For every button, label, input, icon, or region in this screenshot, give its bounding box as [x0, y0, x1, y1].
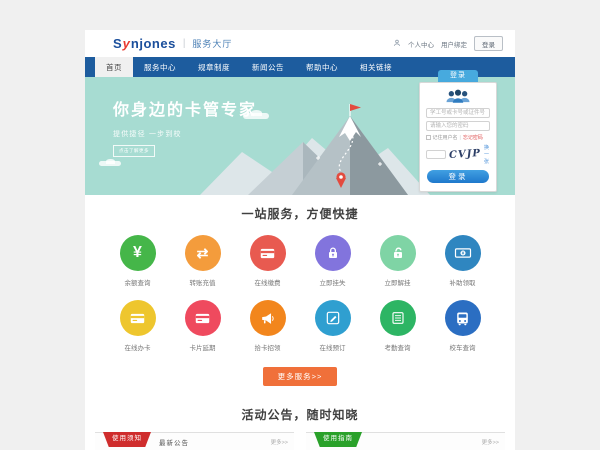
bank-card-icon[interactable]	[185, 300, 221, 336]
hero-text: 你身边的卡管专家 提供捷径 一步到校 点击了解更多	[113, 96, 257, 157]
service-item[interactable]: 校车查询	[445, 300, 481, 352]
latest-announcements-tab[interactable]: 最新公告	[159, 437, 189, 447]
service-row-0: ¥ 余额查询 ⇄ 转账充值 在线缴费 立即挂失 立即解挂 ¥ 补助领取	[85, 235, 515, 287]
hero-title: 你身边的卡管专家	[113, 96, 257, 120]
more-services-button[interactable]: 更多服务>>	[263, 367, 338, 386]
logo-divider: |	[183, 38, 186, 49]
personal-center-link[interactable]: 个人中心	[408, 39, 434, 49]
logo-part1: S	[113, 36, 122, 51]
services-section: 一站服务，方便快捷 ¥ 余额查询 ⇄ 转账充值 在线缴费 立即挂失 立即解挂 ¥ 补助领取 在线…	[85, 195, 515, 398]
users-icon	[444, 87, 472, 105]
services-title: 一站服务，方便快捷	[85, 205, 515, 222]
service-item[interactable]: 卡片延期	[185, 300, 221, 352]
username-input[interactable]	[426, 108, 490, 118]
banknote-icon[interactable]: ¥	[445, 235, 481, 271]
service-label: 立即挂失	[315, 277, 351, 287]
transfer-icon[interactable]: ⇄	[185, 235, 221, 271]
hero-banner: 你身边的卡管专家 提供捷径 一步到校 点击了解更多	[85, 77, 515, 195]
bank-card-icon[interactable]	[250, 235, 286, 271]
service-item[interactable]: ¥ 余额查询	[120, 235, 156, 287]
service-item[interactable]: 立即挂失	[315, 235, 351, 287]
service-item[interactable]: ⇄ 转账充值	[185, 235, 221, 287]
unlock-icon[interactable]	[380, 235, 416, 271]
remember-label: 记住用户名	[433, 134, 458, 141]
logo[interactable]: Synjones	[113, 36, 176, 51]
captcha-input[interactable]	[426, 150, 446, 159]
bank-card-icon[interactable]	[120, 300, 156, 336]
hero-subtitle: 提供捷径 一步到校	[113, 129, 257, 139]
captcha-row: CVJP 换一张	[426, 144, 490, 165]
announcements-section: 活动公告，随时知晓 使用须知 最新公告 更多>> 使用指南 更多>>	[85, 398, 515, 450]
service-label: 立即解挂	[380, 277, 416, 287]
nav-items: 首页服务中心规章制度新闻公告帮助中心相关链接	[95, 57, 403, 77]
options-divider: |	[460, 135, 461, 141]
nav-item-5[interactable]: 相关链接	[349, 57, 403, 77]
service-label: 考勤查询	[380, 342, 416, 352]
nav-item-0[interactable]: 首页	[95, 57, 133, 77]
site-name: 服务大厅	[192, 37, 232, 50]
remember-checkbox[interactable]	[426, 135, 431, 140]
site-container: Synjones | 服务大厅 个人中心 用户绑定 登录 首页服务中心规章制度新…	[85, 30, 515, 450]
service-row-1: 在线办卡 卡片延期 拾卡招领 在线预订 考勤查询 校车查询	[85, 300, 515, 352]
login-form: 记住用户名 | 忘记密码 CVJP 换一张 登录	[419, 82, 497, 192]
nav-item-3[interactable]: 新闻公告	[241, 57, 295, 77]
service-item[interactable]: 在线缴费	[250, 235, 286, 287]
edit-icon[interactable]	[315, 300, 351, 336]
service-label: 卡片延期	[185, 342, 221, 352]
announcement-panels: 使用须知 最新公告 更多>> 使用指南 更多>>	[85, 432, 515, 450]
logo-part2: njones	[131, 36, 176, 51]
service-label: 在线办卡	[120, 342, 156, 352]
service-label: 拾卡招领	[250, 342, 286, 352]
service-label: 余额查询	[120, 277, 156, 287]
service-label: 在线缴费	[250, 277, 286, 287]
left-panel-ribbon-tab[interactable]: 使用须知	[103, 432, 151, 447]
password-input[interactable]	[426, 121, 490, 131]
captcha-image: CVJP	[449, 148, 482, 161]
service-item[interactable]: 在线办卡	[120, 300, 156, 352]
service-item[interactable]: 考勤查询	[380, 300, 416, 352]
logo-accent: y	[123, 36, 131, 51]
announcements-title: 活动公告，随时知晓	[85, 406, 515, 423]
bus-icon[interactable]	[445, 300, 481, 336]
right-more-link[interactable]: 更多>>	[482, 438, 499, 446]
megaphone-icon[interactable]	[250, 300, 286, 336]
service-item[interactable]: 立即解挂	[380, 235, 416, 287]
refresh-captcha-link[interactable]: 换一张	[484, 144, 490, 165]
nav-item-1[interactable]: 服务中心	[133, 57, 187, 77]
announcements-right-panel: 使用指南 更多>>	[306, 432, 505, 450]
service-item[interactable]: ¥ 补助领取	[445, 235, 481, 287]
service-item[interactable]: 在线预订	[315, 300, 351, 352]
svg-text:¥: ¥	[461, 251, 464, 257]
browser-viewport: Synjones | 服务大厅 个人中心 用户绑定 登录 首页服务中心规章制度新…	[0, 0, 600, 450]
service-label: 补助领取	[445, 277, 481, 287]
announcements-left-panel: 使用须知 最新公告 更多>>	[95, 432, 294, 450]
login-tab[interactable]: 登录	[438, 70, 478, 82]
right-panel-ribbon-tab[interactable]: 使用指南	[314, 432, 362, 447]
lock-icon[interactable]	[315, 235, 351, 271]
hero-cta-button[interactable]: 点击了解更多	[113, 145, 155, 157]
person-icon	[393, 39, 401, 49]
forgot-password-link[interactable]: 忘记密码	[463, 134, 483, 141]
user-binding-link[interactable]: 用户绑定	[441, 39, 467, 49]
yen-icon[interactable]: ¥	[120, 235, 156, 271]
header-login-button[interactable]: 登录	[474, 36, 503, 51]
flag-icon	[350, 104, 361, 111]
service-item[interactable]: 拾卡招领	[250, 300, 286, 352]
login-submit-button[interactable]: 登录	[427, 170, 489, 183]
header: Synjones | 服务大厅 个人中心 用户绑定 登录	[85, 30, 515, 57]
service-label: 在线预订	[315, 342, 351, 352]
left-more-link[interactable]: 更多>>	[271, 438, 288, 446]
service-label: 校车查询	[445, 342, 481, 352]
login-panel: 登录 记住用户名 | 忘记密码 CVJP 换一张	[419, 70, 497, 192]
service-label: 转账充值	[185, 277, 221, 287]
login-options: 记住用户名 | 忘记密码	[426, 134, 490, 141]
cloud-icon	[99, 161, 121, 166]
attendance-icon[interactable]	[380, 300, 416, 336]
nav-item-4[interactable]: 帮助中心	[295, 57, 349, 77]
header-right: 个人中心 用户绑定 登录	[393, 36, 503, 51]
nav-item-2[interactable]: 规章制度	[187, 57, 241, 77]
